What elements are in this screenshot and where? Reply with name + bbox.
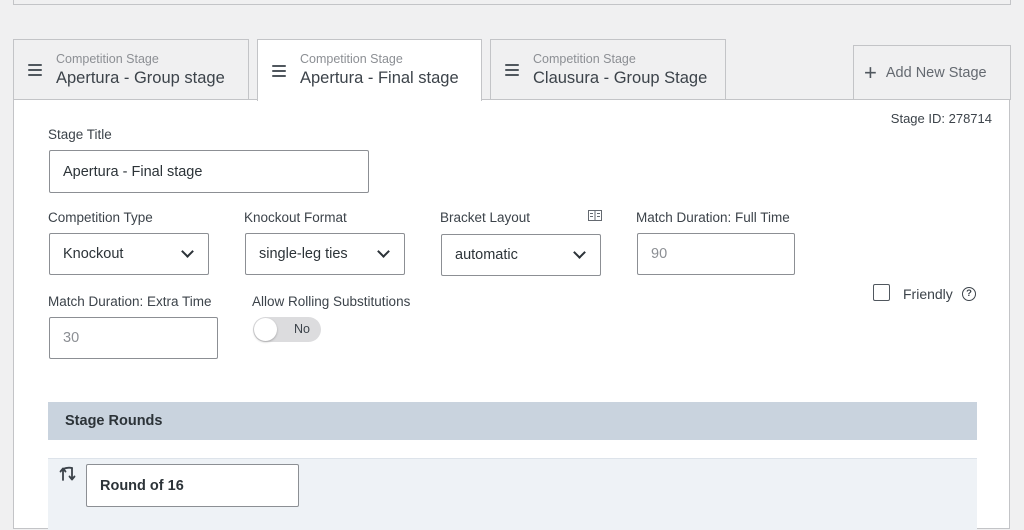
toggle-state-label: No — [294, 322, 310, 336]
stage-title-input[interactable] — [49, 150, 369, 193]
chevron-down-icon — [573, 246, 586, 259]
stage-panel: Stage ID: 278714 Stage Title Competition… — [13, 99, 1010, 530]
top-container — [13, 0, 1011, 5]
full-time-label: Match Duration: Full Time — [636, 210, 790, 225]
tab-title: Clausura - Group Stage — [533, 68, 708, 87]
rolling-substitutions-toggle[interactable]: No — [253, 317, 321, 342]
tab-apertura-final-stage[interactable]: Competition Stage Apertura - Final stage — [257, 39, 482, 101]
stage-title-label: Stage Title — [48, 127, 112, 142]
swap-icon[interactable] — [58, 464, 78, 484]
tab-apertura-group-stage[interactable]: Competition Stage Apertura - Group stage — [13, 39, 249, 100]
stage-id: Stage ID: 278714 — [890, 111, 992, 126]
bracket-layout-value: automatic — [455, 247, 518, 263]
tab-subtitle: Competition Stage — [56, 51, 159, 66]
competition-type-label: Competition Type — [48, 210, 153, 225]
rolling-substitutions-label: Allow Rolling Substitutions — [252, 294, 411, 309]
stage-rounds-title: Stage Rounds — [65, 413, 163, 429]
bracket-layout-icon[interactable] — [588, 210, 602, 221]
stage-rounds-header: Stage Rounds — [48, 402, 977, 440]
plus-icon: + — [864, 60, 877, 85]
bracket-layout-select[interactable]: automatic — [441, 234, 601, 276]
full-time-input[interactable] — [637, 233, 795, 275]
bracket-layout-label: Bracket Layout — [440, 210, 531, 225]
knockout-format-select[interactable]: single-leg ties — [245, 233, 405, 275]
competition-type-select[interactable]: Knockout — [49, 233, 209, 275]
drag-handle-icon[interactable] — [505, 64, 519, 76]
help-icon[interactable]: ? — [962, 287, 976, 301]
extra-time-label: Match Duration: Extra Time — [48, 294, 212, 309]
tab-title: Apertura - Final stage — [300, 69, 459, 87]
tab-subtitle: Competition Stage — [533, 51, 636, 66]
add-new-stage-button[interactable]: + Add New Stage — [853, 45, 1011, 100]
tab-title: Apertura - Group stage — [56, 68, 225, 87]
chevron-down-icon — [377, 245, 390, 258]
add-new-stage-label: Add New Stage — [885, 65, 987, 81]
friendly-label: Friendly — [903, 286, 953, 302]
tab-clausura-group-stage[interactable]: Competition Stage Clausura - Group Stage — [490, 39, 726, 100]
tab-subtitle: Competition Stage — [300, 52, 403, 66]
friendly-checkbox[interactable] — [873, 284, 890, 301]
knockout-format-label: Knockout Format — [244, 210, 347, 225]
drag-handle-icon[interactable] — [28, 64, 42, 76]
round-row — [48, 458, 977, 530]
chevron-down-icon — [181, 245, 194, 258]
extra-time-input[interactable] — [49, 317, 218, 359]
knockout-format-value: single-leg ties — [259, 246, 348, 262]
competition-type-value: Knockout — [63, 246, 124, 262]
toggle-knob — [254, 318, 277, 341]
round-name-input[interactable] — [86, 464, 299, 507]
drag-handle-icon[interactable] — [272, 64, 286, 77]
